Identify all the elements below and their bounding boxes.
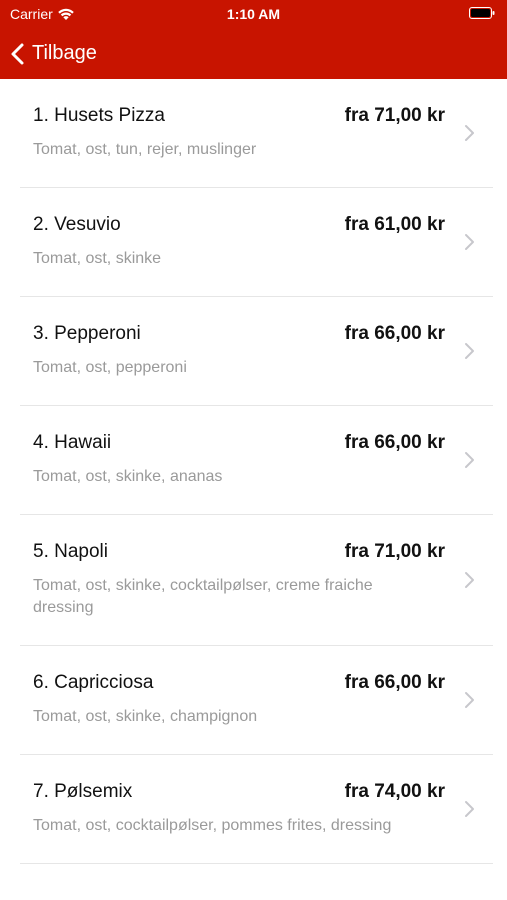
item-description: Tomat, ost, skinke, champignon bbox=[33, 708, 258, 725]
chevron-right-icon bbox=[465, 125, 474, 141]
status-bar: Carrier 1:10 AM bbox=[0, 0, 507, 28]
status-time: 1:10 AM bbox=[226, 6, 281, 22]
pizza-menu-list: 1. Husets Pizza fra 71,00 kr Tomat, ost,… bbox=[0, 79, 507, 864]
item-name: 4. Hawaii bbox=[33, 432, 112, 453]
navigation-bar: Tilbage bbox=[0, 28, 507, 79]
item-name: 5. Napoli bbox=[33, 541, 108, 562]
item-name: 6. Capricciosa bbox=[33, 672, 154, 693]
list-item[interactable]: 5. Napoli fra 71,00 kr Tomat, ost, skink… bbox=[20, 515, 493, 646]
list-item[interactable]: 2. Vesuvio fra 61,00 kr Tomat, ost, skin… bbox=[20, 188, 493, 297]
item-name: 3. Pepperoni bbox=[33, 323, 141, 344]
item-description: Tomat, ost, skinke, ananas bbox=[33, 468, 223, 485]
list-item[interactable]: 4. Hawaii fra 66,00 kr Tomat, ost, skink… bbox=[20, 406, 493, 515]
item-description: Tomat, ost, cocktailpølser, pommes frite… bbox=[33, 817, 392, 834]
header: Carrier 1:10 AM Tilbage bbox=[0, 0, 507, 79]
item-description: Tomat, ost, tun, rejer, muslinger bbox=[33, 141, 257, 158]
item-name: 7. Pølsemix bbox=[33, 781, 133, 802]
list-item[interactable]: 7. Pølsemix fra 74,00 kr Tomat, ost, coc… bbox=[20, 755, 493, 864]
back-label: Tilbage bbox=[32, 42, 97, 64]
item-description: Tomat, ost, skinke bbox=[33, 250, 162, 267]
battery-icon bbox=[469, 7, 495, 19]
item-price: fra 66,00 kr bbox=[344, 672, 445, 693]
item-price: fra 66,00 kr bbox=[344, 323, 445, 344]
item-price: fra 71,00 kr bbox=[344, 105, 445, 126]
list-item[interactable]: 3. Pepperoni fra 66,00 kr Tomat, ost, pe… bbox=[20, 297, 493, 406]
item-description: Tomat, ost, skinke, cocktailpølser, crem… bbox=[33, 577, 373, 616]
item-name: 2. Vesuvio bbox=[33, 214, 121, 235]
item-price: fra 71,00 kr bbox=[344, 541, 445, 562]
chevron-right-icon bbox=[465, 452, 474, 468]
item-price: fra 66,00 kr bbox=[344, 432, 445, 453]
list-item[interactable]: 6. Capricciosa fra 66,00 kr Tomat, ost, … bbox=[20, 646, 493, 755]
chevron-left-icon bbox=[11, 43, 24, 64]
list-item[interactable]: 1. Husets Pizza fra 71,00 kr Tomat, ost,… bbox=[20, 79, 493, 188]
item-price: fra 74,00 kr bbox=[344, 781, 445, 802]
item-price: fra 61,00 kr bbox=[344, 214, 445, 235]
item-name: 1. Husets Pizza bbox=[33, 105, 165, 126]
chevron-right-icon bbox=[465, 572, 474, 588]
chevron-right-icon bbox=[465, 234, 474, 250]
chevron-right-icon bbox=[465, 692, 474, 708]
chevron-right-icon bbox=[465, 801, 474, 817]
item-description: Tomat, ost, pepperoni bbox=[33, 359, 187, 376]
chevron-right-icon bbox=[465, 343, 474, 359]
back-button[interactable]: Tilbage bbox=[10, 42, 97, 66]
